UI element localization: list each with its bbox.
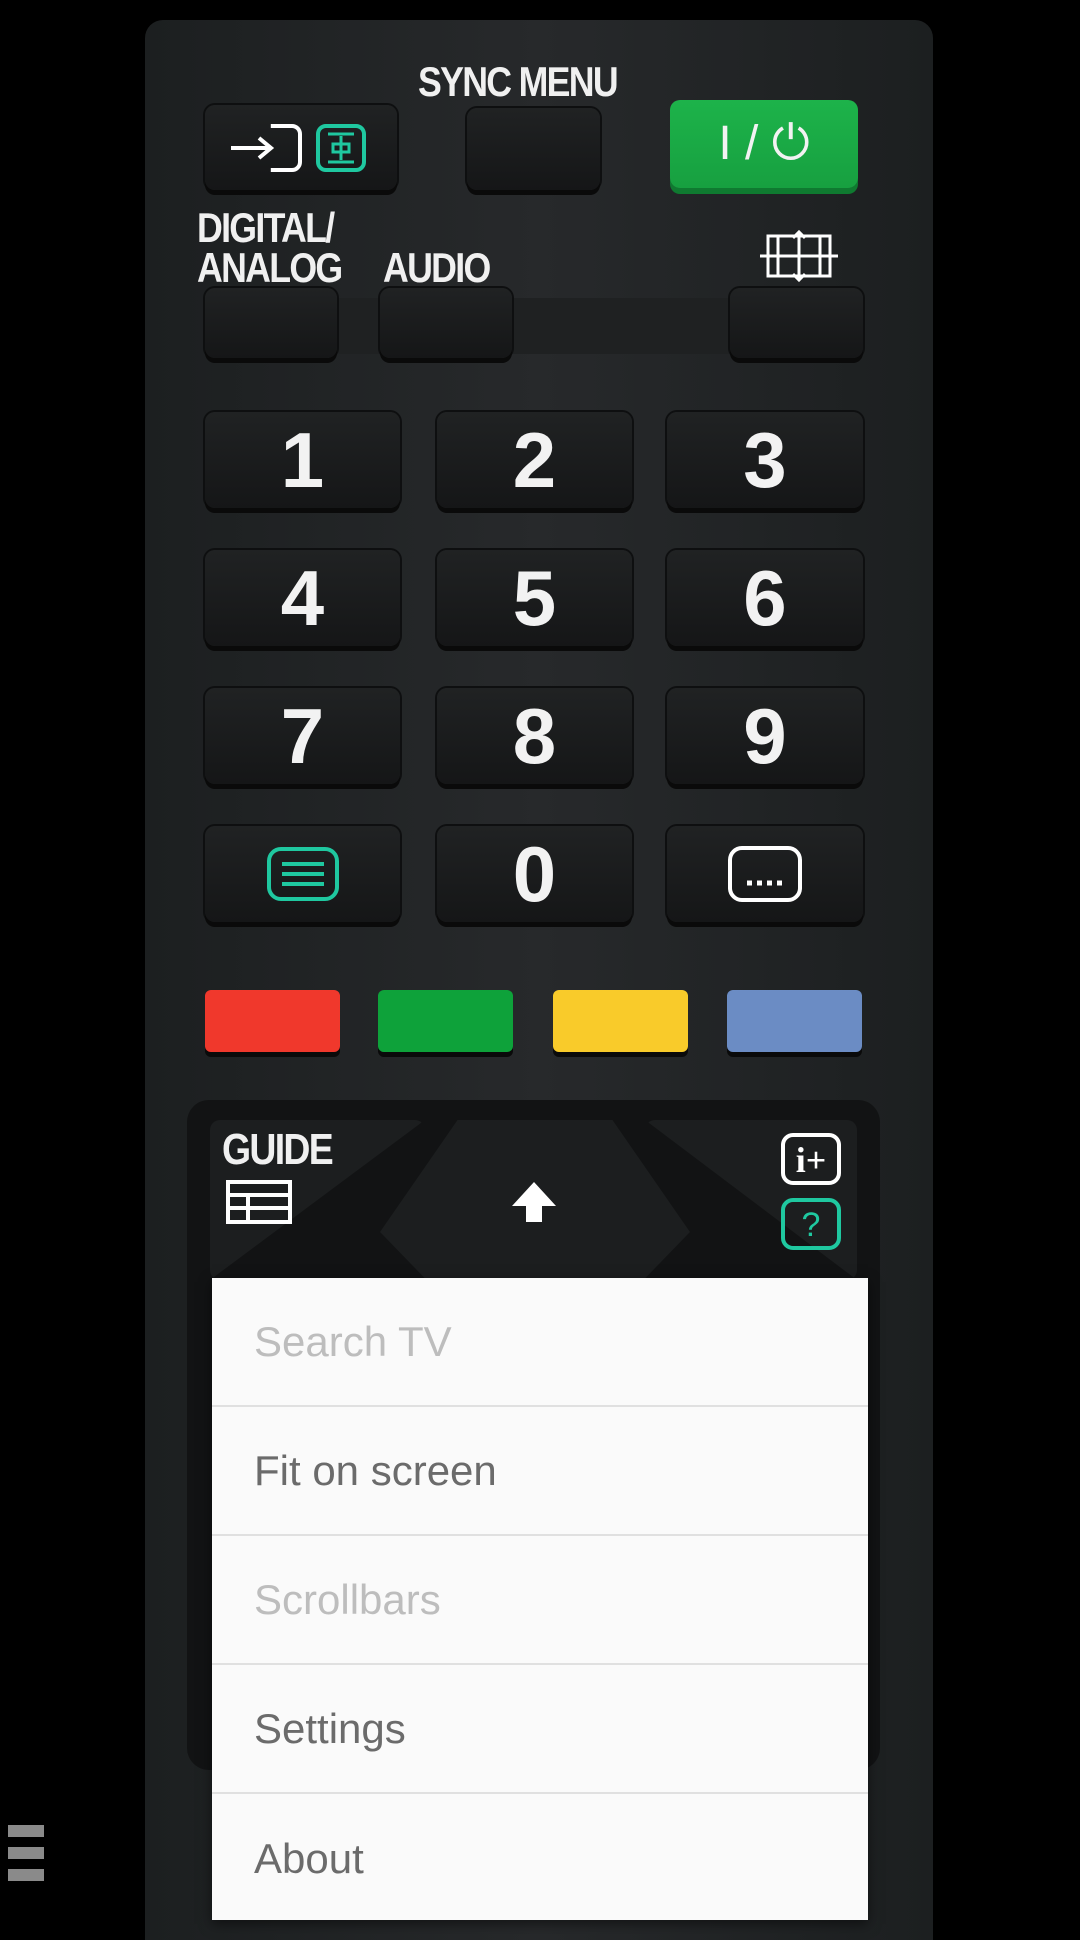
number-3-button[interactable]: 3 <box>667 412 863 508</box>
menu-item-settings[interactable]: Settings <box>212 1665 868 1794</box>
number-9-button[interactable]: 9 <box>667 688 863 784</box>
power-icon: I / ⏻ <box>718 117 810 170</box>
menu-item-scrollbars: Scrollbars <box>212 1536 868 1665</box>
number-1-button[interactable]: 1 <box>205 412 400 508</box>
number-7-button[interactable]: 7 <box>205 688 400 784</box>
number-0-button[interactable]: 0 <box>437 826 632 922</box>
digital-analog-button[interactable] <box>205 288 337 358</box>
teletext-icon <box>266 847 339 901</box>
number-5-button[interactable]: 5 <box>437 550 632 646</box>
options-menu: Search TV Fit on screen Scrollbars Setti… <box>212 1278 868 1920</box>
menu-item-about[interactable]: About <box>212 1794 868 1923</box>
guide-icon <box>226 1180 292 1224</box>
guide-label: GUIDE <box>222 1125 334 1174</box>
sync-menu-button[interactable] <box>467 108 600 190</box>
input-button[interactable] <box>205 105 397 190</box>
subtitle-icon <box>728 846 802 902</box>
yellow-button[interactable] <box>553 990 688 1052</box>
audio-label: AUDIO <box>383 244 491 291</box>
hamburger-menu-icon[interactable] <box>8 1825 44 1891</box>
screen-format-button[interactable] <box>730 288 863 358</box>
number-6-button[interactable]: 6 <box>667 550 863 646</box>
svg-text:?: ? <box>802 1206 821 1244</box>
svg-text:i+: i+ <box>796 1140 827 1180</box>
number-4-button[interactable]: 4 <box>205 550 400 646</box>
input-icon <box>231 123 366 172</box>
audio-button[interactable] <box>380 288 512 358</box>
number-8-button[interactable]: 8 <box>437 688 632 784</box>
sync-menu-label: SYNC MENU <box>418 58 619 105</box>
menu-item-fit-on-screen[interactable]: Fit on screen <box>212 1407 868 1536</box>
subtitle-button[interactable] <box>667 826 863 922</box>
number-2-button[interactable]: 2 <box>437 412 632 508</box>
digital-analog-label: DIGITAL/ ANALOG <box>197 204 343 291</box>
menu-item-search-tv: Search TV <box>212 1278 868 1407</box>
info-help-icon: i+ ? <box>781 1133 841 1250</box>
screen-format-icon <box>760 229 838 283</box>
green-button[interactable] <box>378 990 513 1052</box>
power-button[interactable]: I / ⏻ <box>670 100 858 188</box>
up-arrow-icon <box>512 1182 556 1222</box>
blue-button[interactable] <box>727 990 862 1052</box>
teletext-button[interactable] <box>205 826 400 922</box>
red-button[interactable] <box>205 990 340 1052</box>
